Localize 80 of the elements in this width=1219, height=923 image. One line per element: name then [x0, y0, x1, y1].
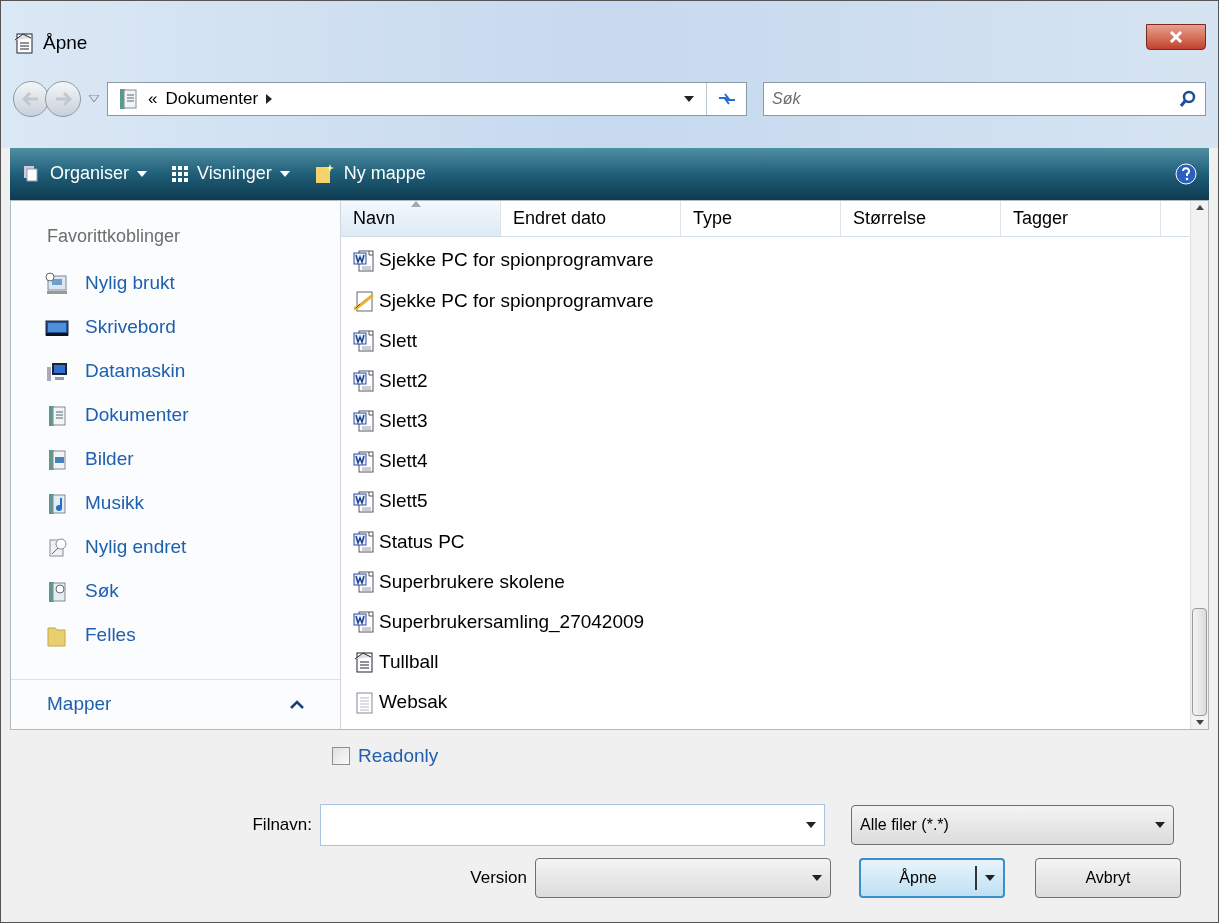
file-name[interactable]: Status PC [379, 527, 465, 557]
filetype-value: Alle filer (*.*) [860, 815, 949, 835]
close-button[interactable] [1146, 24, 1206, 51]
form-document-icon [353, 650, 375, 675]
favorite-link[interactable]: Datamaskin [85, 357, 186, 386]
checkbox-label: Readonly [358, 743, 439, 768]
forward-arrow-icon [54, 91, 72, 106]
breadcrumb-arrow-icon [266, 93, 273, 104]
favorite-link[interactable]: Musikk [85, 489, 145, 518]
file-name[interactable]: Slett4 [379, 447, 428, 476]
scrollbar[interactable] [1190, 200, 1208, 729]
back-arrow-icon [22, 91, 40, 106]
filetype-dropdown[interactable]: Alle filer (*.*) [851, 805, 1174, 845]
open-button-label: Åpne [898, 867, 938, 888]
help-icon[interactable] [1175, 162, 1197, 185]
scrollbar-thumb[interactable] [1192, 607, 1207, 716]
word-document-icon [353, 248, 375, 273]
column-header[interactable]: Navn [341, 200, 501, 236]
favorite-link[interactable]: Dokumenter [85, 401, 189, 430]
favorite-link[interactable]: Felles [85, 621, 136, 650]
close-icon [1169, 31, 1183, 44]
document-pen-icon [353, 288, 375, 313]
favorite-link[interactable]: Søk [85, 577, 119, 606]
word-document-icon [353, 328, 375, 353]
history-caret-icon [89, 95, 99, 102]
window-title: Åpne [43, 31, 88, 55]
file-name[interactable]: Slett2 [379, 366, 428, 396]
file-name[interactable]: Slett5 [379, 487, 428, 516]
word-document-icon [353, 449, 375, 474]
favorite-link[interactable]: Nylig endret [85, 533, 187, 562]
search-field[interactable]: Søk [763, 81, 1206, 116]
version-dropdown[interactable] [535, 858, 831, 898]
search-icon [1179, 89, 1197, 108]
dropdown-caret-icon [806, 822, 816, 828]
forward-button[interactable] [45, 80, 81, 117]
toolbar-button[interactable]: Ny mappe [343, 160, 426, 187]
word-document-icon [353, 610, 375, 635]
cancel-button[interactable]: Avbryt [1035, 858, 1181, 898]
file-name[interactable]: Slett3 [379, 407, 428, 436]
filename-label: Filnavn: [251, 814, 313, 837]
address-dropdown-icon [684, 95, 694, 102]
dropdown-caret-icon [812, 875, 822, 881]
text-document-icon [353, 690, 375, 715]
new-folder-icon [313, 162, 336, 185]
file-name[interactable]: Sjekke PC for spionprogramvare [379, 286, 654, 316]
file-name[interactable]: Websak [379, 688, 448, 717]
form-document-icon [13, 31, 35, 56]
word-document-icon [353, 529, 375, 554]
sort-arrow-icon [411, 200, 421, 207]
favorite-link[interactable]: Nylig brukt [85, 269, 175, 298]
grid-icon [171, 164, 190, 183]
favorite-link[interactable]: Bilder [85, 445, 134, 474]
readonly-checkbox[interactable] [332, 746, 350, 765]
split-caret-icon [985, 875, 995, 881]
toolbar-button[interactable]: Organiser [50, 160, 130, 187]
back-button[interactable] [13, 80, 49, 117]
file-name[interactable]: Superbrukersamling_27042009 [379, 608, 645, 637]
word-document-icon [353, 570, 375, 595]
address-bar[interactable]: « Dokumenter [107, 81, 747, 116]
breadcrumb-item[interactable]: Dokumenter [165, 85, 259, 112]
search-input[interactable]: Søk [772, 86, 1179, 111]
word-document-icon [353, 369, 375, 394]
favorites-heading: Favorittkoblinger [46, 224, 182, 248]
folders-toggle[interactable]: Mapper [47, 689, 112, 719]
scroll-up-icon [1195, 204, 1204, 210]
dropdown-caret-icon [1155, 822, 1165, 828]
word-document-icon [353, 409, 375, 434]
file-name[interactable]: Superbrukere skolene [379, 567, 565, 597]
open-split-button[interactable]: Åpne [859, 858, 1005, 898]
file-name[interactable]: Sjekke PC for spionprogramvare [379, 246, 654, 275]
file-name[interactable]: Slett [379, 326, 418, 356]
toolbar-button[interactable]: Visninger [197, 160, 272, 187]
version-label: Version [469, 867, 528, 890]
word-document-icon [353, 489, 375, 514]
filename-field[interactable] [320, 804, 825, 846]
scroll-down-icon [1195, 719, 1204, 725]
favorite-link[interactable]: Skrivebord [85, 313, 176, 342]
file-name[interactable]: Tullball [379, 648, 439, 677]
refresh-arrows-icon [716, 91, 737, 106]
breadcrumb-overflow[interactable]: « [148, 85, 158, 112]
